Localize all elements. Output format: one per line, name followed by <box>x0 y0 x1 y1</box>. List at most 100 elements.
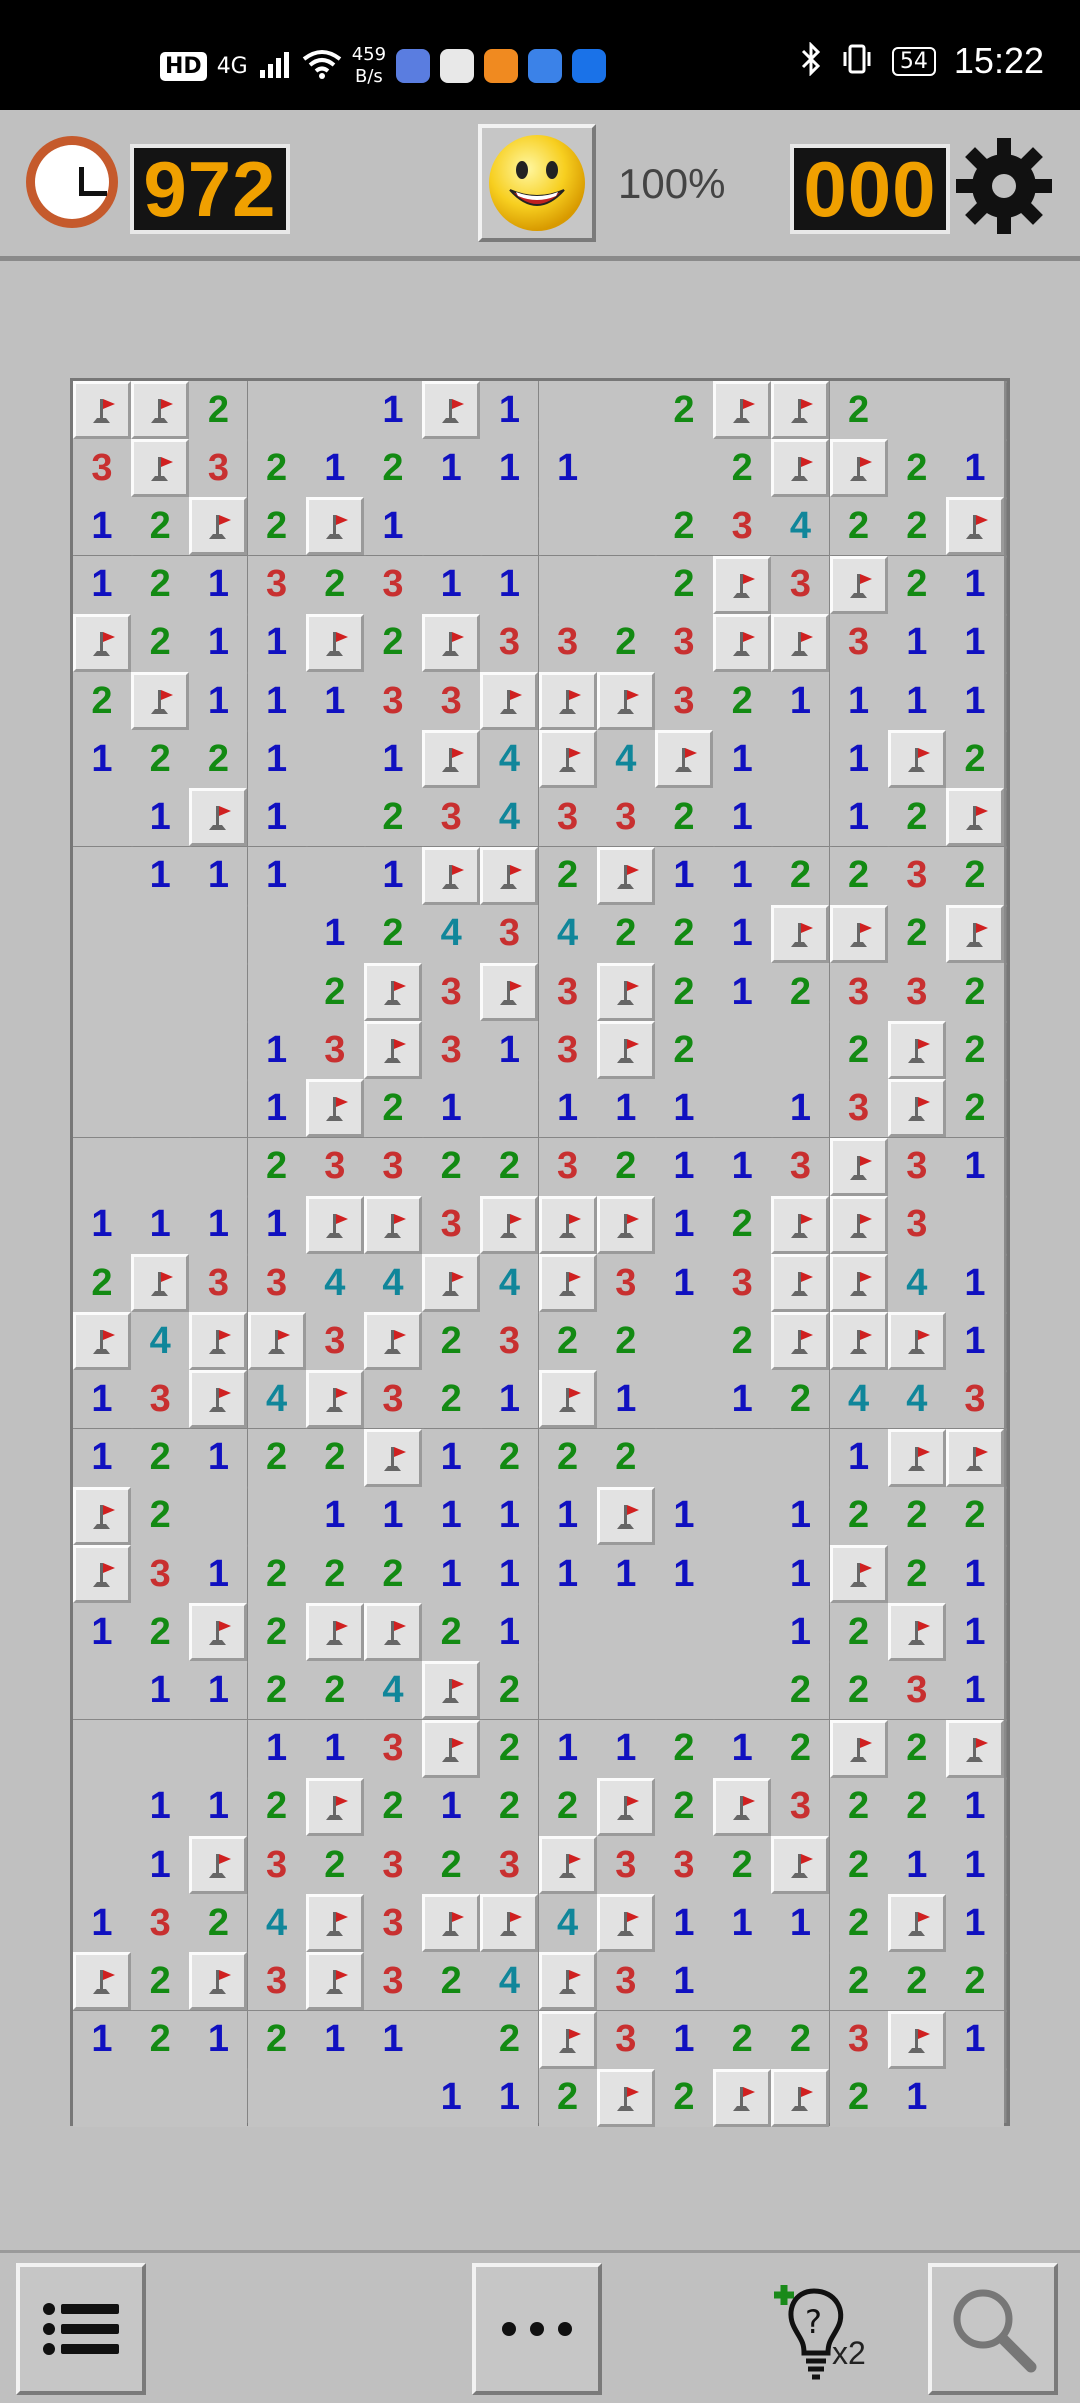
number-cell[interactable]: 1 <box>189 846 248 905</box>
number-cell[interactable]: 1 <box>305 1486 364 1545</box>
flagged-cell[interactable] <box>771 1254 830 1312</box>
number-cell[interactable]: 4 <box>771 497 830 556</box>
empty-cell[interactable] <box>655 1603 713 1662</box>
flagged-cell[interactable] <box>713 2068 772 2127</box>
number-cell[interactable]: 3 <box>480 613 539 672</box>
flagged-cell[interactable] <box>538 1254 597 1312</box>
number-cell[interactable]: 4 <box>364 1661 422 1720</box>
number-cell[interactable]: 3 <box>829 2010 888 2069</box>
number-cell[interactable]: 1 <box>946 613 1004 672</box>
number-cell[interactable]: 2 <box>887 1777 946 1836</box>
empty-cell[interactable] <box>713 1661 772 1720</box>
number-cell[interactable]: 2 <box>946 846 1004 905</box>
number-cell[interactable]: 3 <box>364 1952 422 2011</box>
flagged-cell[interactable] <box>771 904 830 963</box>
number-cell[interactable]: 1 <box>247 1079 306 1138</box>
number-cell[interactable]: 2 <box>713 2010 772 2069</box>
number-cell[interactable]: 2 <box>480 1137 539 1196</box>
number-cell[interactable]: 3 <box>538 788 597 847</box>
number-cell[interactable]: 1 <box>713 846 772 905</box>
number-cell[interactable]: 4 <box>596 730 655 789</box>
number-cell[interactable]: 2 <box>829 1603 888 1662</box>
new-game-smiley-button[interactable] <box>478 124 596 242</box>
number-cell[interactable]: 2 <box>596 1312 655 1371</box>
number-cell[interactable]: 2 <box>131 1428 190 1487</box>
empty-cell[interactable] <box>596 497 655 556</box>
number-cell[interactable]: 2 <box>131 497 190 556</box>
number-cell[interactable]: 3 <box>596 1254 655 1312</box>
number-cell[interactable]: 1 <box>713 730 772 789</box>
flagged-cell[interactable] <box>364 1603 422 1662</box>
number-cell[interactable]: 2 <box>131 613 190 672</box>
number-cell[interactable]: 3 <box>305 1312 364 1371</box>
flagged-cell[interactable] <box>538 1952 597 2011</box>
number-cell[interactable]: 2 <box>829 381 888 439</box>
number-cell[interactable]: 2 <box>305 963 364 1021</box>
number-cell[interactable]: 4 <box>480 1254 539 1312</box>
flagged-cell[interactable] <box>189 1603 248 1662</box>
flagged-cell[interactable] <box>596 672 655 730</box>
flagged-cell[interactable] <box>131 439 190 498</box>
number-cell[interactable]: 1 <box>946 1603 1004 1662</box>
flagged-cell[interactable] <box>73 1545 131 1603</box>
number-cell[interactable]: 4 <box>480 1952 539 2011</box>
empty-cell[interactable] <box>189 963 248 1021</box>
number-cell[interactable]: 2 <box>655 381 713 439</box>
empty-cell[interactable] <box>596 555 655 614</box>
number-cell[interactable]: 2 <box>247 1603 306 1662</box>
number-cell[interactable]: 2 <box>771 1370 830 1429</box>
number-cell[interactable]: 1 <box>305 904 364 963</box>
number-cell[interactable]: 3 <box>247 1836 306 1894</box>
number-cell[interactable]: 2 <box>829 1894 888 1953</box>
number-cell[interactable]: 2 <box>480 1777 539 1836</box>
empty-cell[interactable] <box>538 497 597 556</box>
flagged-cell[interactable] <box>538 672 597 730</box>
empty-cell[interactable] <box>422 2010 481 2069</box>
flagged-cell[interactable] <box>713 381 772 439</box>
empty-cell[interactable] <box>364 2068 422 2127</box>
number-cell[interactable]: 2 <box>131 1486 190 1545</box>
number-cell[interactable]: 3 <box>480 1836 539 1894</box>
flagged-cell[interactable] <box>946 904 1004 963</box>
empty-cell[interactable] <box>73 788 131 847</box>
flagged-cell[interactable] <box>887 1079 946 1138</box>
number-cell[interactable]: 3 <box>596 788 655 847</box>
number-cell[interactable]: 2 <box>480 1661 539 1720</box>
number-cell[interactable]: 1 <box>655 1254 713 1312</box>
number-cell[interactable]: 2 <box>887 904 946 963</box>
empty-cell[interactable] <box>480 1079 539 1138</box>
number-cell[interactable]: 2 <box>364 904 422 963</box>
flagged-cell[interactable] <box>771 1195 830 1254</box>
number-cell[interactable]: 1 <box>422 1777 481 1836</box>
number-cell[interactable]: 2 <box>829 1777 888 1836</box>
empty-cell[interactable] <box>655 1428 713 1487</box>
number-cell[interactable]: 2 <box>422 1836 481 1894</box>
empty-cell[interactable] <box>247 381 306 439</box>
number-cell[interactable]: 2 <box>829 1661 888 1720</box>
number-cell[interactable]: 3 <box>829 613 888 672</box>
number-cell[interactable]: 1 <box>305 439 364 498</box>
empty-cell[interactable] <box>713 1021 772 1080</box>
empty-cell[interactable] <box>247 963 306 1021</box>
number-cell[interactable]: 2 <box>596 904 655 963</box>
flagged-cell[interactable] <box>887 2010 946 2069</box>
empty-cell[interactable] <box>538 1661 597 1720</box>
number-cell[interactable]: 2 <box>422 1603 481 1662</box>
number-cell[interactable]: 2 <box>946 1952 1004 2011</box>
number-cell[interactable]: 2 <box>829 1952 888 2011</box>
number-cell[interactable]: 1 <box>538 1545 597 1603</box>
flagged-cell[interactable] <box>305 1079 364 1138</box>
number-cell[interactable]: 1 <box>364 381 422 439</box>
number-cell[interactable]: 1 <box>538 1079 597 1138</box>
flagged-cell[interactable] <box>946 497 1004 556</box>
empty-cell[interactable] <box>655 439 713 498</box>
number-cell[interactable]: 1 <box>946 1777 1004 1836</box>
number-cell[interactable]: 3 <box>538 1137 597 1196</box>
number-cell[interactable]: 3 <box>887 963 946 1021</box>
number-cell[interactable]: 1 <box>887 672 946 730</box>
flagged-cell[interactable] <box>771 381 830 439</box>
flagged-cell[interactable] <box>305 1603 364 1662</box>
number-cell[interactable]: 2 <box>713 1312 772 1371</box>
number-cell[interactable]: 4 <box>887 1370 946 1429</box>
flagged-cell[interactable] <box>73 381 131 439</box>
